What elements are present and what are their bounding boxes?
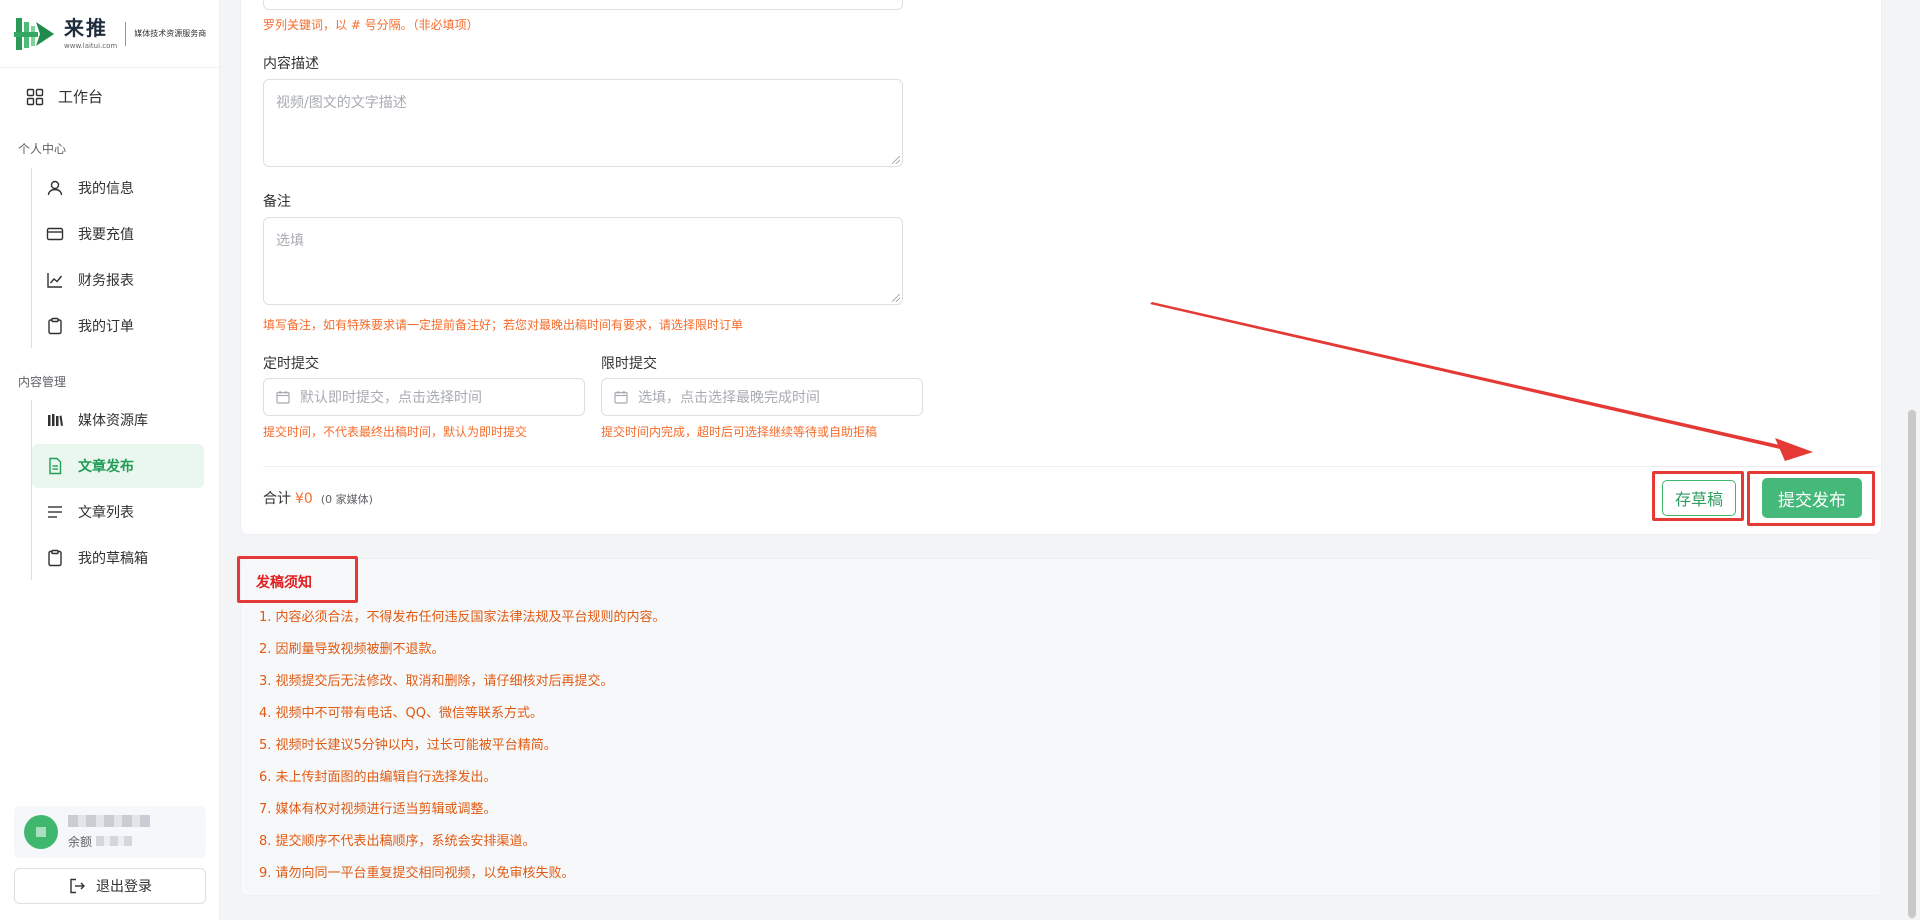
notice-item: 6. 未上传封面图的由编辑自行选择发出。 bbox=[259, 770, 497, 785]
deadline-date-input[interactable]: 选填，点击选择最晚完成时间 bbox=[601, 378, 923, 416]
logout-label: 退出登录 bbox=[96, 879, 152, 895]
credit-card-icon bbox=[46, 227, 64, 241]
calendar-icon bbox=[276, 391, 290, 404]
logo-divider bbox=[125, 21, 127, 46]
clipboard-icon bbox=[48, 317, 62, 335]
resize-handle-icon[interactable] bbox=[892, 294, 900, 302]
brand-name: 来推 bbox=[64, 16, 108, 40]
draft-icon bbox=[48, 549, 62, 567]
sidebar-item-recharge[interactable]: 我要充值 bbox=[32, 212, 204, 256]
sidebar: 来推 www.laitui.com 媒体技术资源服务商 工作台 个人中心 我的信… bbox=[0, 0, 220, 920]
total-amount: ¥0 bbox=[295, 491, 313, 507]
username-redacted bbox=[68, 814, 150, 827]
sidebar-item-orders[interactable]: 我的订单 bbox=[32, 304, 204, 348]
calendar-icon bbox=[614, 391, 628, 404]
form-divider bbox=[263, 466, 1883, 467]
sidebar-item-label: 财务报表 bbox=[78, 273, 134, 289]
annotation-box-submit bbox=[1747, 471, 1875, 526]
description-textarea[interactable]: 视频/图文的文字描述 bbox=[263, 79, 903, 167]
order-total: 合计 ¥0 (0 家媒体) bbox=[263, 488, 373, 508]
sidebar-item-label: 我的信息 bbox=[78, 181, 134, 197]
user-icon bbox=[47, 180, 63, 196]
nav-workspace[interactable]: 工作台 bbox=[26, 86, 103, 107]
library-icon bbox=[48, 414, 63, 426]
logout-button[interactable]: 退出登录 bbox=[14, 868, 206, 904]
sidebar-item-label: 文章发布 bbox=[78, 459, 134, 475]
remark-hint: 填写备注，如有特殊要求请一定提前备注好；若您对最晚出稿时间有要求，请选择限时订单 bbox=[263, 318, 744, 332]
sidebar-item-label: 我要充值 bbox=[78, 227, 134, 243]
logout-icon bbox=[70, 878, 85, 894]
sidebar-item-finance[interactable]: 财务报表 bbox=[32, 258, 204, 302]
notice-item: 2. 因刷量导致视频被删不退款。 bbox=[259, 642, 445, 657]
notice-item: 9. 请勿向同一平台重复提交相同视频，以免审核失败。 bbox=[259, 866, 575, 881]
chart-line-icon bbox=[47, 273, 63, 288]
deadline-hint: 提交时间内完成，超时后可选择继续等待或自助拒稿 bbox=[601, 425, 878, 439]
annotation-box-notice bbox=[237, 556, 358, 603]
notice-item: 8. 提交顺序不代表出稿顺序，系统会安排渠道。 bbox=[259, 834, 536, 849]
sidebar-item-label: 我的草稿箱 bbox=[78, 551, 148, 567]
sidebar-item-my-info[interactable]: 我的信息 bbox=[32, 166, 204, 210]
balance-redacted bbox=[96, 836, 133, 846]
user-card[interactable]: 余额 bbox=[14, 806, 206, 858]
keywords-input[interactable] bbox=[263, 0, 903, 10]
sidebar-item-label: 我的订单 bbox=[78, 319, 134, 335]
sidebar-item-label: 文章列表 bbox=[78, 505, 134, 521]
total-label: 合计 bbox=[263, 491, 291, 507]
brand-url: www.laitui.com bbox=[64, 42, 118, 50]
deadline-label: 限时提交 bbox=[601, 356, 657, 372]
remark-label: 备注 bbox=[263, 194, 291, 210]
sidebar-item-media-library[interactable]: 媒体资源库 bbox=[32, 398, 204, 442]
brand-logo[interactable]: 来推 www.laitui.com 媒体技术资源服务商 bbox=[0, 0, 219, 68]
avatar bbox=[24, 815, 58, 849]
notice-item: 1. 内容必须合法，不得发布任何违反国家法律法规及平台规则的内容。 bbox=[259, 610, 666, 625]
scheduled-label: 定时提交 bbox=[263, 356, 319, 372]
total-media-count: (0 家媒体) bbox=[320, 493, 373, 506]
annotation-box-draft bbox=[1652, 471, 1744, 521]
page-scrollbar[interactable] bbox=[1908, 410, 1916, 918]
scheduled-hint: 提交时间，不代表最终出稿时间，默认为即时提交 bbox=[263, 425, 528, 439]
logo-icon bbox=[14, 14, 56, 54]
nav-workspace-label: 工作台 bbox=[58, 88, 104, 106]
notice-item: 7. 媒体有权对视频进行适当剪辑或调整。 bbox=[259, 802, 497, 817]
notice-item: 4. 视频中不可带有电话、QQ、微信等联系方式。 bbox=[259, 706, 544, 721]
section-content: 内容管理 bbox=[18, 375, 67, 389]
sidebar-item-drafts[interactable]: 我的草稿箱 bbox=[32, 536, 204, 580]
keywords-hint: 罗列关键词，以 # 号分隔。（非必填项） bbox=[263, 18, 479, 32]
resize-handle-icon[interactable] bbox=[892, 156, 900, 164]
scheduled-placeholder: 默认即时提交，点击选择时间 bbox=[300, 390, 482, 406]
sidebar-item-label: 媒体资源库 bbox=[78, 413, 148, 429]
remark-placeholder: 选填 bbox=[276, 233, 304, 249]
remark-textarea[interactable]: 选填 bbox=[263, 217, 903, 305]
description-label: 内容描述 bbox=[263, 56, 319, 72]
notice-item: 5. 视频时长建议5分钟以内，过长可能被平台精简。 bbox=[259, 738, 557, 753]
balance-label: 余额 bbox=[68, 834, 93, 849]
deadline-placeholder: 选填，点击选择最晚完成时间 bbox=[638, 390, 820, 406]
scheduled-date-input[interactable]: 默认即时提交，点击选择时间 bbox=[263, 378, 585, 416]
section-personal: 个人中心 bbox=[18, 142, 67, 156]
description-placeholder: 视频/图文的文字描述 bbox=[276, 95, 407, 111]
sidebar-item-publish-article[interactable]: 文章发布 bbox=[32, 444, 204, 488]
sidebar-item-article-list[interactable]: 文章列表 bbox=[32, 490, 204, 534]
list-icon bbox=[48, 506, 62, 518]
document-icon bbox=[49, 457, 62, 475]
grid-icon bbox=[26, 88, 44, 105]
brand-tagline: 媒体技术资源服务商 bbox=[134, 29, 207, 38]
notice-item: 3. 视频提交后无法修改、取消和删除，请仔细核对后再提交。 bbox=[259, 674, 614, 689]
